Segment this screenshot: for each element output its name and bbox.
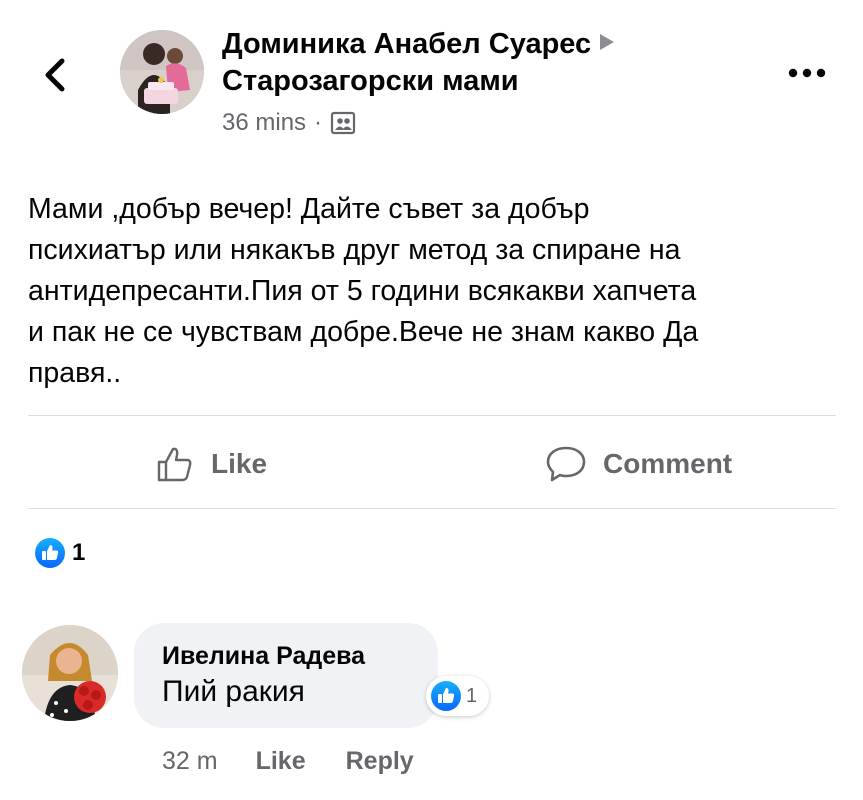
like-reaction-icon	[431, 681, 461, 711]
post-timestamp[interactable]: 36 mins	[222, 108, 306, 138]
comment-reply-button[interactable]: Reply	[346, 745, 414, 777]
comment-reaction-count: 1	[466, 684, 478, 707]
author-avatar-photo	[120, 30, 204, 114]
chevron-left-icon	[45, 58, 65, 92]
comment-button-label: Comment	[603, 448, 733, 479]
post-body-text: Мами ,добър вечер! Дайте съвет за добър …	[28, 193, 699, 389]
reaction-count: 1	[72, 539, 86, 566]
like-button-label: Like	[211, 448, 268, 479]
triangle-right-icon	[600, 34, 615, 50]
more-options-button[interactable]	[787, 64, 827, 82]
comment-like-button[interactable]: Like	[256, 745, 306, 777]
commenter-avatar[interactable]	[22, 625, 118, 721]
meta-separator: ·	[314, 109, 323, 136]
divider-top	[28, 415, 836, 416]
back-button[interactable]	[40, 55, 70, 95]
speech-bubble-icon	[546, 446, 586, 482]
ellipsis-icon	[788, 68, 826, 78]
divider-bottom	[28, 508, 836, 509]
like-button[interactable]: Like	[155, 442, 267, 486]
post-author-name[interactable]: Доминика Анабел Суарес	[222, 28, 591, 60]
commenter-avatar-photo	[22, 625, 118, 721]
comment-timestamp[interactable]: 32 m	[162, 745, 218, 777]
reaction-summary[interactable]: 1	[34, 537, 85, 569]
comment-text: Пий ракия	[162, 675, 305, 708]
comment-button[interactable]: Comment	[545, 442, 732, 486]
thumbs-up-icon	[157, 447, 192, 482]
commenter-name[interactable]: Ивелина Радева	[162, 641, 438, 671]
like-reaction-icon	[35, 538, 65, 568]
author-avatar[interactable]	[120, 30, 204, 114]
comment-bubble: Ивелина Радева Пий ракия	[134, 623, 438, 728]
comment-reaction-badge[interactable]: 1	[426, 676, 490, 716]
group-icon	[330, 111, 356, 135]
group-name[interactable]: Старозагорски мами	[222, 62, 762, 100]
